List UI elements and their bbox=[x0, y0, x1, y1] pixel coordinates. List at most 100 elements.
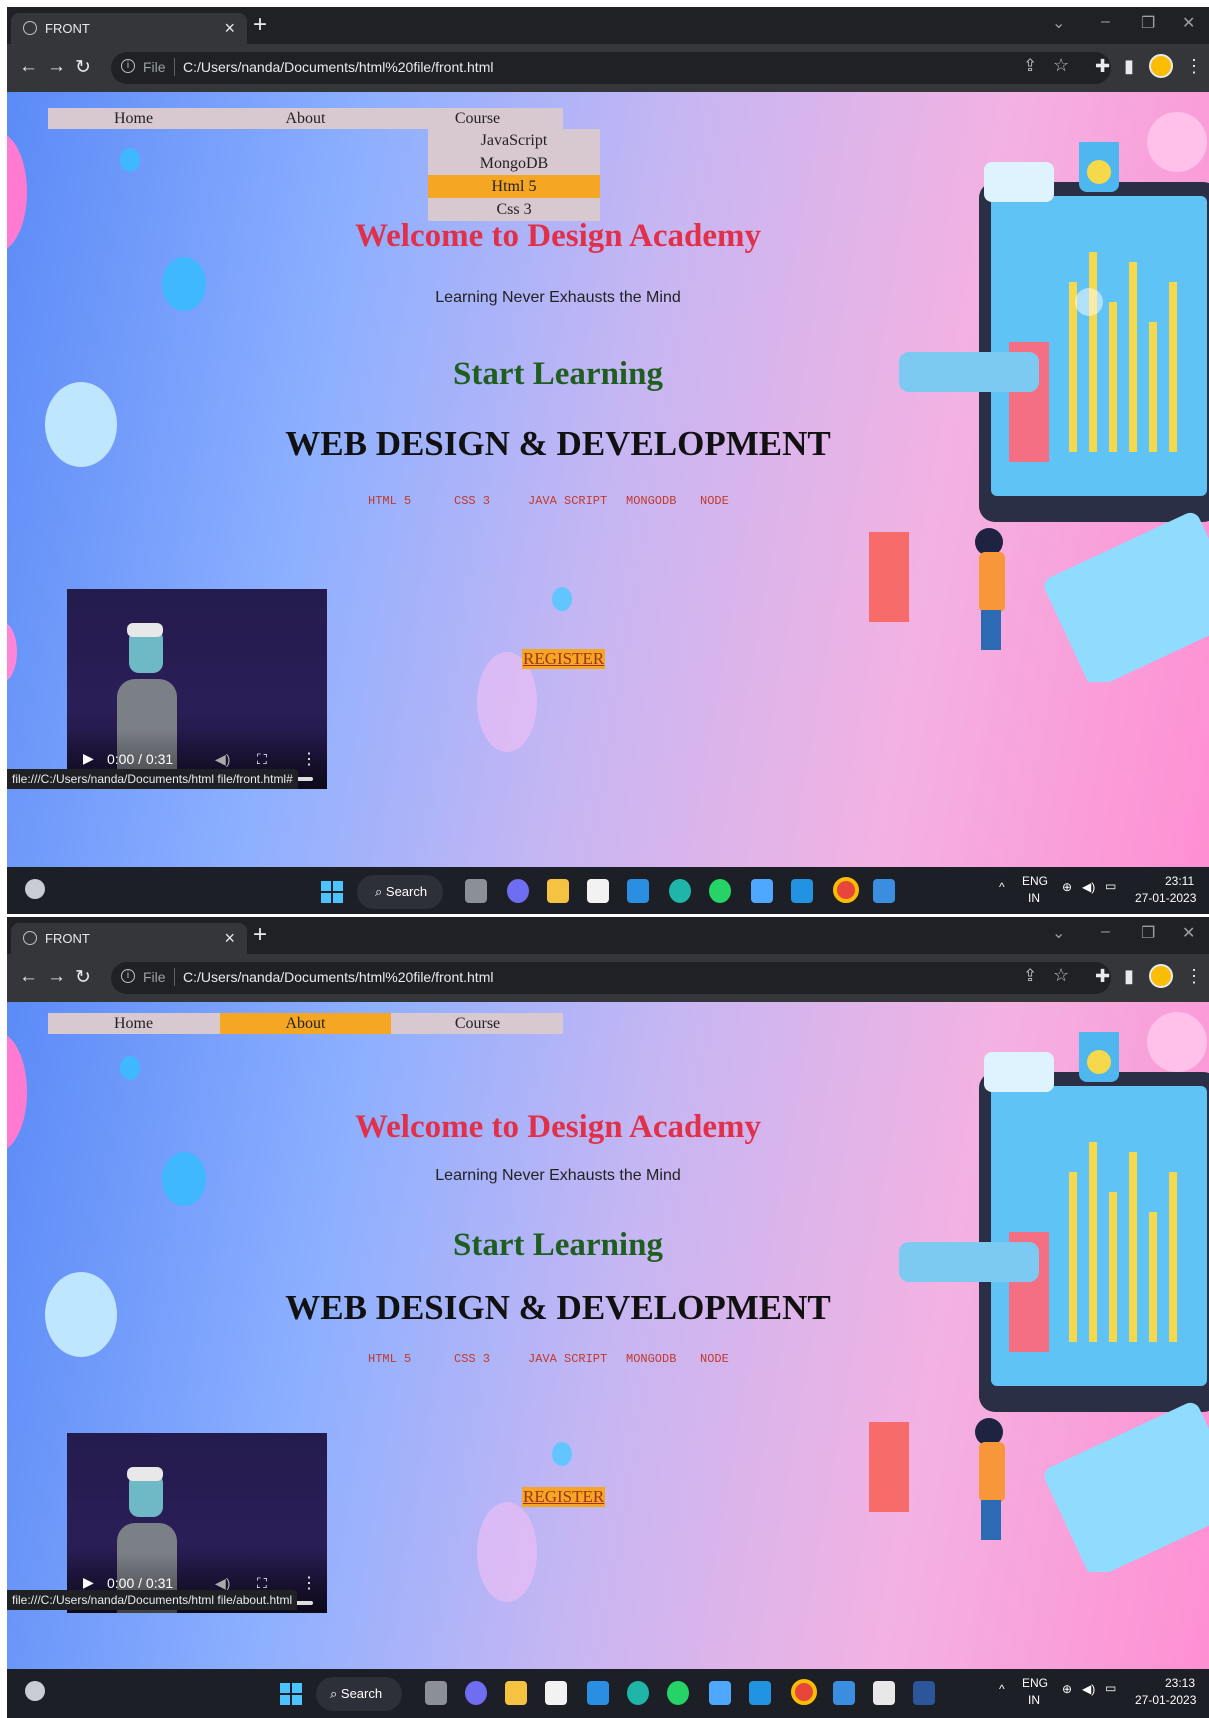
tray-chevron-icon[interactable]: ^ bbox=[999, 880, 1005, 894]
video-player[interactable]: ▶ 0:00 / 0:31 ◀) ⛶ ⋮ bbox=[67, 589, 327, 789]
l-app-icon[interactable] bbox=[587, 1681, 609, 1705]
chrome-icon[interactable] bbox=[791, 1679, 817, 1705]
bookmark-star-icon[interactable]: ☆ bbox=[1053, 965, 1069, 986]
nav-home[interactable]: Home bbox=[48, 108, 219, 129]
share-icon[interactable]: ⇪ bbox=[1023, 966, 1037, 986]
reload-icon[interactable]: ↻ bbox=[75, 966, 91, 989]
nav-course[interactable]: Course bbox=[392, 1013, 563, 1034]
teams-icon[interactable] bbox=[465, 1681, 487, 1705]
nav-about[interactable]: About bbox=[220, 1013, 391, 1034]
video-more-icon[interactable]: ⋮ bbox=[301, 749, 317, 769]
extensions-icon[interactable]: ✚ bbox=[1095, 966, 1110, 987]
word-icon[interactable] bbox=[913, 1681, 935, 1705]
notepad-icon[interactable] bbox=[709, 1681, 731, 1705]
url-text[interactable]: C:/Users/nanda/Documents/html%20file/fro… bbox=[183, 59, 493, 75]
extensions-icon[interactable]: ✚ bbox=[1095, 56, 1110, 77]
nav-home[interactable]: Home bbox=[48, 1013, 219, 1034]
weather-icon[interactable] bbox=[25, 1681, 45, 1701]
minimize-icon[interactable]: – bbox=[1101, 13, 1110, 31]
volume-tray-icon[interactable]: ◀) bbox=[1082, 1682, 1095, 1696]
browser-tab[interactable]: FRONT × bbox=[11, 923, 247, 954]
close-window-icon[interactable]: ✕ bbox=[1182, 923, 1195, 943]
dropdown-item-mongodb[interactable]: MongoDB bbox=[428, 152, 600, 175]
task-view-icon[interactable] bbox=[425, 1681, 447, 1705]
task-view-icon[interactable] bbox=[465, 879, 487, 903]
volume-tray-icon[interactable]: ◀) bbox=[1082, 880, 1095, 894]
clock-date[interactable]: 27-01-2023 bbox=[1135, 891, 1196, 905]
register-link[interactable]: REGISTER bbox=[522, 1487, 606, 1507]
battery-icon[interactable]: ▭ bbox=[1105, 1681, 1116, 1695]
bookmark-star-icon[interactable]: ☆ bbox=[1053, 55, 1069, 76]
close-tab-icon[interactable]: × bbox=[224, 928, 235, 949]
vscode-icon[interactable] bbox=[791, 879, 813, 903]
close-tab-icon[interactable]: × bbox=[224, 18, 235, 39]
reload-icon[interactable]: ↻ bbox=[75, 56, 91, 79]
forward-icon[interactable]: → bbox=[47, 966, 66, 988]
video-player[interactable]: ▶ 0:00 / 0:31 ◀) ⛶ ⋮ bbox=[67, 1433, 327, 1613]
chrome-icon[interactable] bbox=[833, 877, 859, 903]
info-icon[interactable]: i bbox=[121, 969, 135, 983]
store-icon[interactable] bbox=[587, 879, 609, 903]
nav-about[interactable]: About bbox=[220, 108, 391, 129]
snipping-tool-icon[interactable] bbox=[873, 1681, 895, 1705]
network-icon[interactable]: ⊕ bbox=[1062, 880, 1072, 894]
register-link[interactable]: REGISTER bbox=[522, 649, 606, 669]
photos-icon[interactable] bbox=[833, 1681, 855, 1705]
teams-icon[interactable] bbox=[507, 879, 529, 903]
minimize-icon[interactable]: – bbox=[1101, 923, 1110, 941]
dropdown-item-html5[interactable]: Html 5 bbox=[428, 175, 600, 198]
menu-kebab-icon[interactable]: ⋮ bbox=[1185, 966, 1203, 987]
video-more-icon[interactable]: ⋮ bbox=[301, 1573, 317, 1593]
menu-kebab-icon[interactable]: ⋮ bbox=[1185, 56, 1203, 77]
notepad-icon[interactable] bbox=[751, 879, 773, 903]
restore-icon[interactable]: ❐ bbox=[1141, 923, 1155, 943]
side-panel-icon[interactable]: ▮ bbox=[1124, 966, 1134, 987]
url-text[interactable]: C:/Users/nanda/Documents/html%20file/fro… bbox=[183, 969, 493, 985]
clock-date[interactable]: 27-01-2023 bbox=[1135, 1693, 1196, 1707]
dropdown-item-javascript[interactable]: JavaScript bbox=[428, 129, 600, 152]
lang-bottom[interactable]: IN bbox=[1028, 1693, 1040, 1707]
lang-bottom[interactable]: IN bbox=[1028, 891, 1040, 905]
address-bar[interactable]: i File C:/Users/nanda/Documents/html%20f… bbox=[111, 962, 1111, 994]
lang-top[interactable]: ENG bbox=[1022, 1676, 1048, 1690]
windows-start-icon[interactable] bbox=[321, 881, 343, 903]
share-icon[interactable]: ⇪ bbox=[1023, 56, 1037, 76]
volume-icon[interactable]: ◀) bbox=[215, 751, 230, 768]
taskbar-search[interactable]: ⌕ Search bbox=[316, 1677, 402, 1711]
edge-icon[interactable] bbox=[627, 1681, 649, 1705]
network-icon[interactable]: ⊕ bbox=[1062, 1682, 1072, 1696]
photos-icon[interactable] bbox=[873, 879, 895, 903]
back-icon[interactable]: ← bbox=[19, 56, 38, 78]
new-tab-button[interactable]: + bbox=[253, 11, 267, 39]
browser-tab[interactable]: FRONT × bbox=[11, 13, 247, 44]
file-explorer-icon[interactable] bbox=[505, 1681, 527, 1705]
side-panel-icon[interactable]: ▮ bbox=[1124, 56, 1134, 77]
back-icon[interactable]: ← bbox=[19, 966, 38, 988]
whatsapp-icon[interactable] bbox=[667, 1681, 689, 1705]
whatsapp-icon[interactable] bbox=[709, 879, 731, 903]
new-tab-button[interactable]: + bbox=[253, 921, 267, 949]
battery-icon[interactable]: ▭ bbox=[1105, 879, 1116, 893]
edge-icon[interactable] bbox=[669, 879, 691, 903]
fullscreen-icon[interactable]: ⛶ bbox=[257, 751, 267, 768]
l-app-icon[interactable] bbox=[627, 879, 649, 903]
info-icon[interactable]: i bbox=[121, 59, 135, 73]
restore-icon[interactable]: ❐ bbox=[1141, 13, 1155, 33]
play-icon[interactable]: ▶ bbox=[83, 750, 94, 767]
profile-avatar[interactable] bbox=[1149, 964, 1173, 988]
tab-search-icon[interactable]: ⌄ bbox=[1052, 923, 1065, 943]
clock-time[interactable]: 23:13 bbox=[1165, 1676, 1195, 1690]
vscode-icon[interactable] bbox=[749, 1681, 771, 1705]
clock-time[interactable]: 23:11 bbox=[1165, 874, 1194, 888]
tab-search-icon[interactable]: ⌄ bbox=[1052, 13, 1065, 33]
forward-icon[interactable]: → bbox=[47, 56, 66, 78]
nav-course[interactable]: Course bbox=[392, 108, 563, 129]
close-window-icon[interactable]: ✕ bbox=[1182, 13, 1195, 33]
weather-icon[interactable] bbox=[25, 879, 45, 899]
address-bar[interactable]: i File C:/Users/nanda/Documents/html%20f… bbox=[111, 52, 1111, 84]
store-icon[interactable] bbox=[545, 1681, 567, 1705]
tray-chevron-icon[interactable]: ^ bbox=[999, 1682, 1005, 1696]
profile-avatar[interactable] bbox=[1149, 54, 1173, 78]
windows-start-icon[interactable] bbox=[280, 1683, 302, 1705]
play-icon[interactable]: ▶ bbox=[83, 1574, 94, 1591]
